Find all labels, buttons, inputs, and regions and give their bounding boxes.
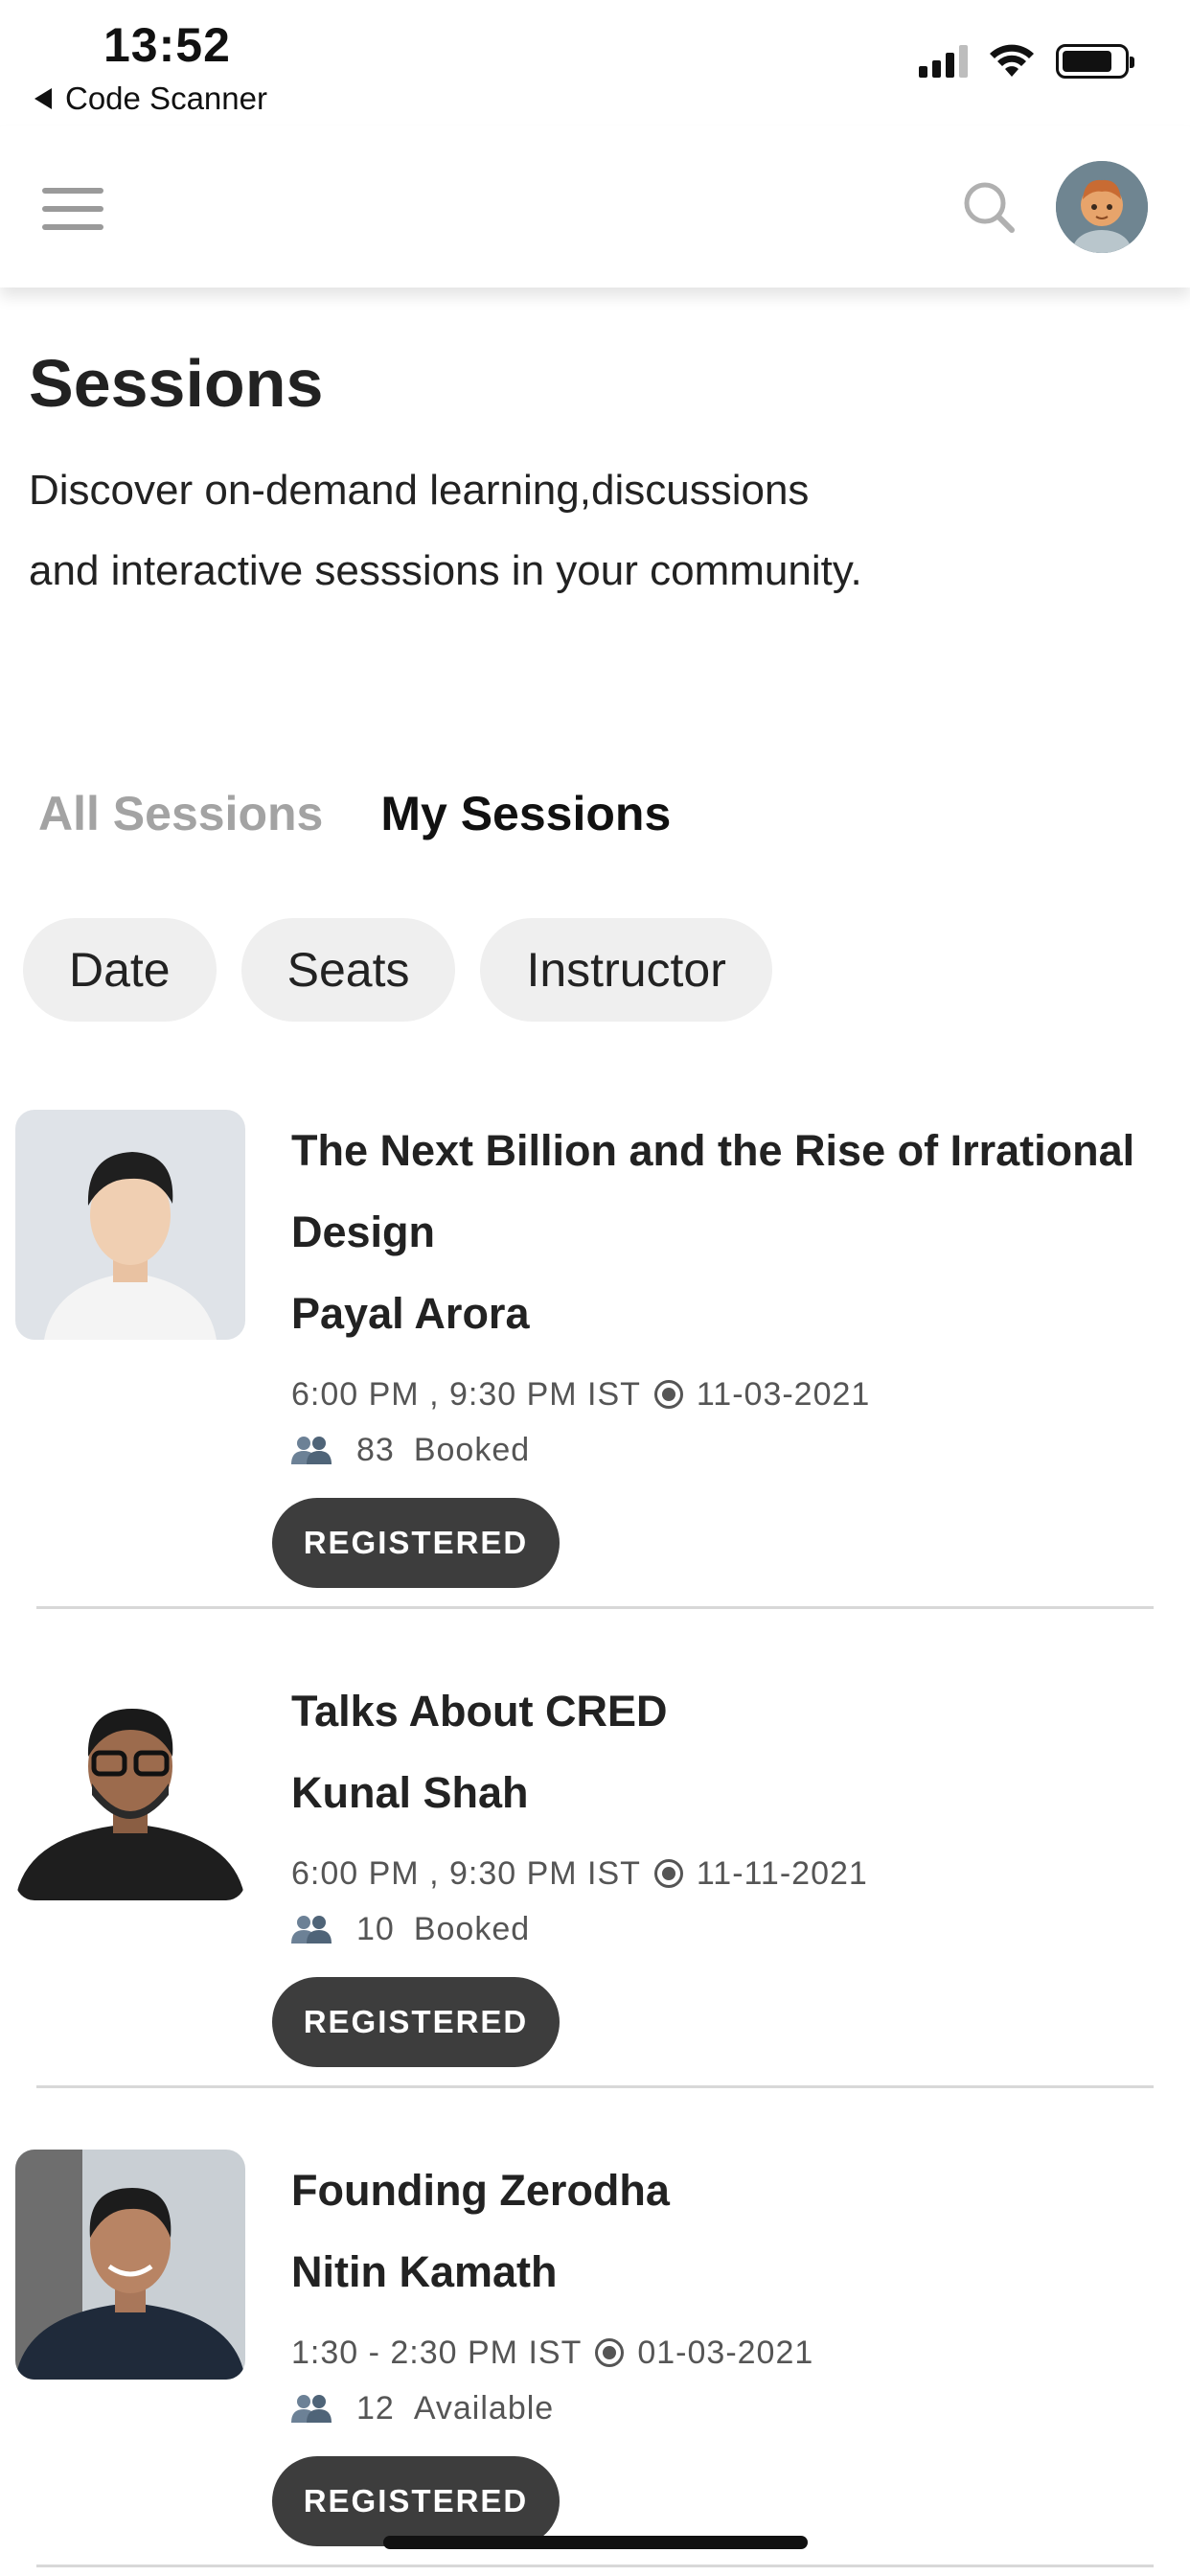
user-avatar[interactable] (1056, 161, 1148, 253)
page-description: Discover on-demand learning,discussions … (29, 467, 862, 594)
session-title: The Next Billion and the Rise of Irratio… (291, 1126, 1135, 1256)
divider (36, 2564, 1154, 2567)
seats-status: Booked (413, 1432, 531, 1468)
seats-count: 10 (356, 1911, 395, 1947)
session-seats: 83 Booked (291, 1423, 1154, 1477)
session-title: Founding Zerodha (291, 2166, 670, 2215)
seats-status: Available (413, 2390, 555, 2426)
session-time: 6:00 PM , 9:30 PM IST (291, 1855, 641, 1892)
session-date: 01-03-2021 (637, 2334, 814, 2371)
session-schedule: 1:30 - 2:30 PM IST 01-03-2021 (291, 2324, 1154, 2381)
back-arrow-icon (34, 88, 52, 109)
app-header (0, 126, 1190, 288)
back-to-app-link[interactable]: Code Scanner (34, 80, 267, 117)
search-icon[interactable] (962, 180, 1016, 234)
status-time: 13:52 (103, 18, 231, 72)
back-app-label: Code Scanner (65, 80, 267, 116)
radio-dot-icon (595, 2338, 625, 2367)
radio-dot-icon (653, 1859, 683, 1888)
filter-chips: Date Seats Instructor (23, 918, 772, 1022)
session-speaker: Payal Arora (291, 1289, 530, 1338)
tab-my-sessions[interactable]: My Sessions (380, 786, 671, 841)
radio-dot-icon (653, 1380, 683, 1409)
filter-seats-chip[interactable]: Seats (240, 918, 456, 1022)
filter-date-chip[interactable]: Date (23, 918, 217, 1022)
tab-all-sessions[interactable]: All Sessions (38, 786, 323, 841)
home-indicator[interactable] (383, 2536, 808, 2549)
session-speaker: Kunal Shah (291, 1768, 529, 1817)
wifi-icon (990, 44, 1034, 77)
speaker-photo (15, 2150, 245, 2380)
session-tabs: All Sessions My Sessions (38, 786, 671, 841)
status-icons (919, 44, 1134, 79)
people-icon (291, 1437, 332, 1464)
registered-button[interactable]: REGISTERED (272, 1977, 560, 2067)
seats-count: 12 (356, 2390, 395, 2426)
session-date: 11-03-2021 (696, 1376, 871, 1413)
battery-icon (1056, 44, 1134, 79)
session-schedule: 6:00 PM , 9:30 PM IST 11-11-2021 (291, 1845, 1154, 1902)
session-title: Talks About CRED (291, 1687, 668, 1736)
session-speaker: Nitin Kamath (291, 2247, 558, 2296)
avatar-illustration-icon (1056, 161, 1148, 253)
divider (36, 1606, 1154, 1609)
session-date: 11-11-2021 (696, 1855, 868, 1892)
registered-button[interactable]: REGISTERED (272, 2456, 560, 2546)
page-title: Sessions (29, 346, 324, 421)
speaker-photo (15, 1110, 245, 1340)
people-icon (291, 2395, 332, 2423)
hamburger-menu-icon[interactable] (42, 188, 103, 230)
session-seats: 12 Available (291, 2381, 1154, 2435)
status-bar: 13:52 Code Scanner (0, 0, 1190, 125)
session-seats: 10 Booked (291, 1902, 1154, 1956)
registered-button[interactable]: REGISTERED (272, 1498, 560, 1588)
divider (36, 2085, 1154, 2088)
filter-instructor-chip[interactable]: Instructor (480, 918, 772, 1022)
speaker-photo (15, 1670, 245, 1900)
seats-count: 83 (356, 1432, 395, 1468)
session-time: 1:30 - 2:30 PM IST (291, 2334, 583, 2371)
people-icon (291, 1916, 332, 1944)
seats-status: Booked (413, 1911, 531, 1947)
session-schedule: 6:00 PM , 9:30 PM IST 11-03-2021 (291, 1366, 1154, 1423)
cellular-signal-icon (919, 45, 968, 78)
session-time: 6:00 PM , 9:30 PM IST (291, 1376, 641, 1413)
